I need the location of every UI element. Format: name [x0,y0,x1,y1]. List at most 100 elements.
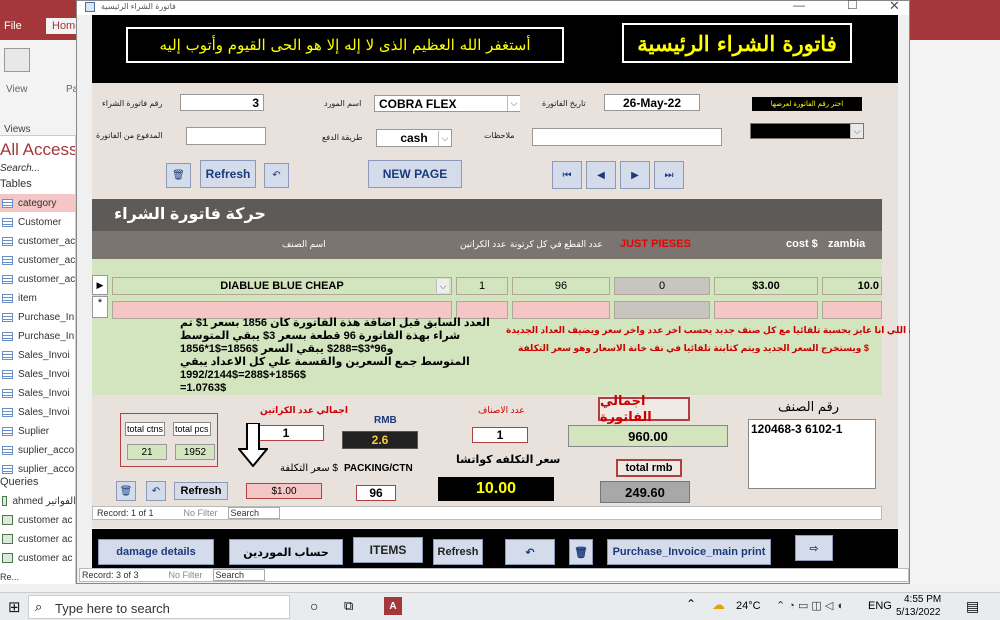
suppliers-account-button[interactable]: حساب الموردين [229,539,343,565]
footer-delete-icon[interactable]: 🗑 [569,539,593,565]
supplier-select[interactable]: COBRA FLEX [374,95,520,112]
purchase-invoice-window: فاتورة الشراء الرئيسية — ☐ ✕ أستغفر الله… [76,0,919,584]
invoice-picker[interactable] [750,123,864,139]
new-row-cost[interactable] [714,301,818,319]
nav-query-item[interactable]: ahmed الفواتير [0,492,75,510]
chevron-down-icon[interactable]: ⌵ [438,131,451,146]
delete-icon[interactable]: 🗑 [166,163,191,188]
taskbar-search-placeholder[interactable]: Type here to search [55,601,170,616]
damage-details-button[interactable]: damage details [98,539,214,565]
subform-no-filter[interactable]: No Filter [184,508,218,518]
undo-icon[interactable]: ↶ [146,481,166,501]
system-tray-icons[interactable]: ⌃ ◔ ▭ ◫ ◁ ◖ [776,599,843,612]
nav-table-item[interactable]: item [0,289,75,307]
rmb-field[interactable]: 2.6 [342,431,418,449]
previous-record-icon[interactable]: ◀ [586,161,616,189]
items-button[interactable]: ITEMS [353,537,423,563]
nav-table-item[interactable]: Purchase_In [0,327,75,345]
clock-date[interactable]: 5/13/2022 [896,607,941,618]
nav-table-item[interactable]: Sales_Invoi [0,384,75,402]
paid-field[interactable] [186,127,266,145]
nav-table-item[interactable]: customer_ac [0,251,75,269]
date-field[interactable]: 26-May-22 [604,94,700,111]
new-row-selector-icon[interactable]: * [92,296,108,318]
taskbar-search-box[interactable]: ⌕ Type here to search [28,595,290,619]
tables-group[interactable]: Tables [0,178,32,190]
notifications-icon[interactable]: ▤ [966,598,979,615]
language-indicator[interactable]: ENG [868,600,892,612]
row-item-name[interactable]: DIABLUE BLUE CHEAP [112,277,452,295]
nav-table-item[interactable]: customer_ac [0,232,75,250]
table-icon [2,217,13,227]
row-zambia[interactable]: 10.0 [822,277,882,295]
nav-table-item[interactable]: Suplier [0,422,75,440]
chevron-down-icon[interactable]: ⌵ [436,279,449,293]
subform-record-label[interactable]: Record: 1 of 1 [97,508,154,518]
nav-table-item[interactable]: Sales_Invoi [0,365,75,383]
close-icon[interactable]: ✕ [889,0,900,14]
clock-time[interactable]: 4:55 PM [904,594,941,605]
weather-temp[interactable]: 24°C [736,600,761,612]
new-row-pieces[interactable] [512,301,610,319]
new-page-button[interactable]: NEW PAGE [368,160,462,188]
nav-query-item[interactable]: customer ac [0,511,75,529]
nav-table-item[interactable]: Sales_Invoi [0,346,75,364]
windows-start-icon[interactable]: ⊞ [8,598,21,616]
cortana-icon[interactable]: ○ [310,598,318,614]
view-icon[interactable] [4,48,30,72]
access-app-icon[interactable]: A [384,597,402,615]
down-arrow-icon [236,422,270,468]
invoice-no-field[interactable]: 3 [180,94,264,111]
notes-label: ملاحظات [484,131,515,140]
packing-label: PACKING/CTN [344,463,413,474]
new-row-zambia[interactable] [822,301,882,319]
next-record-icon[interactable]: ▶ [620,161,650,189]
col-item-name: اسم الصنف [282,239,326,249]
row-pieces[interactable]: 96 [512,277,610,295]
row-cartons[interactable]: 1 [456,277,508,295]
delete-icon[interactable]: 🗑 [116,481,136,501]
weather-icon[interactable]: ☁ [712,597,725,613]
nav-table-item[interactable]: Sales_Invoi [0,403,75,421]
maximize-icon[interactable]: ☐ [847,0,858,12]
nav-table-item[interactable]: category [0,194,75,212]
nav-table-item[interactable]: suplier_acco [0,441,75,459]
nav-title[interactable]: All Access [0,140,75,160]
row-cost[interactable]: $3.00 [714,277,818,295]
chevron-down-icon[interactable]: ⌵ [507,96,520,111]
cost-price-field[interactable]: $1.00 [246,483,322,499]
item-no-field[interactable]: 120468-3 6102-1 [748,419,876,489]
refresh-button[interactable]: Refresh [200,160,256,188]
chevron-up-icon[interactable]: ⌃ [686,597,696,611]
undo-icon[interactable]: ↶ [264,163,289,188]
subform-search-input[interactable]: Search [227,507,281,519]
minimize-icon[interactable]: — [793,0,805,12]
footer-undo-icon[interactable]: ↶ [505,539,555,565]
nav-query-item[interactable]: customer ac [0,549,75,567]
chevron-down-icon[interactable]: ⌵ [850,124,863,138]
footer-refresh-button[interactable]: Refresh [433,539,483,565]
new-row-just[interactable] [614,301,710,319]
export-icon[interactable]: ⇨ [795,535,833,561]
nav-search-input[interactable]: Search... [0,163,40,174]
notes-field[interactable] [532,128,722,146]
last-record-icon[interactable]: ⏭ [654,161,684,189]
row-just-pieces[interactable]: 0 [614,277,710,295]
print-invoice-button[interactable]: Purchase_Invoice_main print [607,539,771,565]
task-view-icon[interactable]: ⧉ [344,598,353,614]
nav-table-item[interactable]: Customer [0,213,75,231]
nav-table-item[interactable]: Purchase_In [0,308,75,326]
queries-group[interactable]: Queries [0,476,39,488]
subform-record-navigator: Record: 1 of 1 No Filter Search [92,506,882,520]
nav-table-item[interactable]: customer_ac [0,270,75,288]
row-selector-icon[interactable]: ▶ [92,275,108,295]
main-search-input[interactable]: Search [212,569,266,581]
packing-field[interactable]: 96 [356,485,396,501]
main-record-label[interactable]: Record: 3 of 3 [82,570,139,580]
subform-refresh-button[interactable]: Refresh [174,482,228,500]
nav-query-item[interactable]: customer ac [0,530,75,548]
main-no-filter[interactable]: No Filter [169,570,203,580]
first-record-icon[interactable]: ⏮ [552,161,582,189]
view-label[interactable]: View [6,84,28,95]
file-tab[interactable]: File [4,20,22,32]
